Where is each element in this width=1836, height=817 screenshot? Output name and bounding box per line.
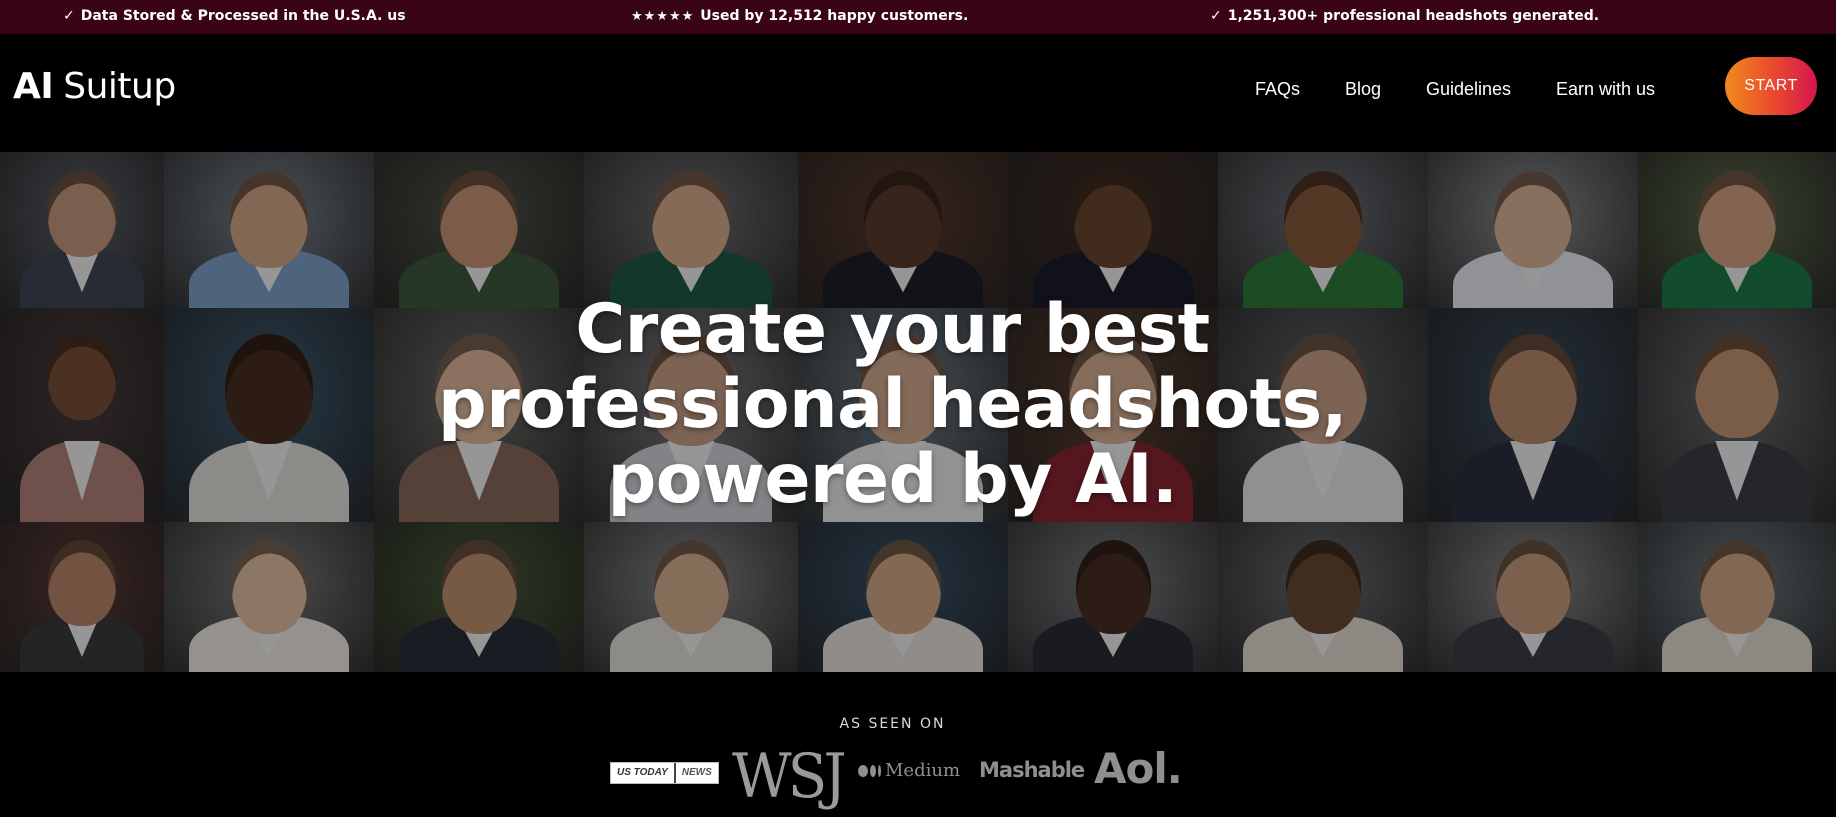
hero-section: Create your best professional headshots,… bbox=[0, 152, 1836, 672]
usa-today-news-text: NEWS bbox=[673, 763, 718, 783]
check-icon: ✓ bbox=[63, 8, 75, 24]
medium-dots-icon bbox=[858, 764, 881, 777]
mashable-logo: Mashable bbox=[979, 758, 1085, 782]
announcement-text: Used by 12,512 happy customers. bbox=[700, 8, 969, 24]
announcement-text: 1,251,300+ professional headshots genera… bbox=[1227, 8, 1600, 24]
site-header: AI Suitup FAQs Blog Guidelines Earn with… bbox=[0, 34, 1836, 152]
announcement-us-data: ✓ Data Stored & Processed in the U.S.A. … bbox=[63, 8, 406, 24]
hero-headline: Create your best professional headshots,… bbox=[0, 292, 1785, 517]
nav-link-guidelines[interactable]: Guidelines bbox=[1426, 79, 1511, 100]
nav-link-earn-with-us[interactable]: Earn with us bbox=[1556, 79, 1655, 100]
headline-line: powered by AI. bbox=[607, 440, 1178, 519]
headline-line: Create your best bbox=[575, 290, 1210, 369]
logo-suitup-text: Suitup bbox=[63, 66, 176, 107]
nav-link-faqs[interactable]: FAQs bbox=[1255, 79, 1300, 100]
start-button[interactable]: START bbox=[1725, 57, 1817, 115]
medium-logo-text: Medium bbox=[885, 760, 961, 781]
announcement-headshots: ✓ 1,251,300+ professional headshots gene… bbox=[1210, 8, 1599, 24]
star-rating-icon: ★★★★★ bbox=[631, 8, 695, 24]
as-seen-on-section: AS SEEN ON US TODAY NEWS WSJ Medium Mash… bbox=[0, 672, 1836, 817]
logo-ai-text: AI bbox=[13, 66, 54, 107]
headline-line: professional headshots, bbox=[438, 365, 1347, 444]
announcement-text: Data Stored & Processed in the U.S.A. us bbox=[80, 8, 406, 24]
usa-today-logo-text: US TODAY bbox=[611, 763, 674, 783]
as-seen-on-label: AS SEEN ON bbox=[839, 716, 946, 732]
announcement-bar: ✓ Data Stored & Processed in the U.S.A. … bbox=[0, 0, 1836, 34]
check-icon: ✓ bbox=[1210, 8, 1222, 24]
aol-logo: Aol. bbox=[1094, 744, 1183, 793]
announcement-customers: ★★★★★ Used by 12,512 happy customers. bbox=[631, 8, 968, 24]
usa-today-logo: US TODAY NEWS bbox=[610, 762, 719, 784]
medium-logo: Medium bbox=[858, 760, 960, 781]
wsj-logo: WSJ bbox=[732, 740, 847, 812]
site-logo[interactable]: AI Suitup bbox=[13, 66, 176, 110]
nav-link-blog[interactable]: Blog bbox=[1345, 79, 1381, 100]
